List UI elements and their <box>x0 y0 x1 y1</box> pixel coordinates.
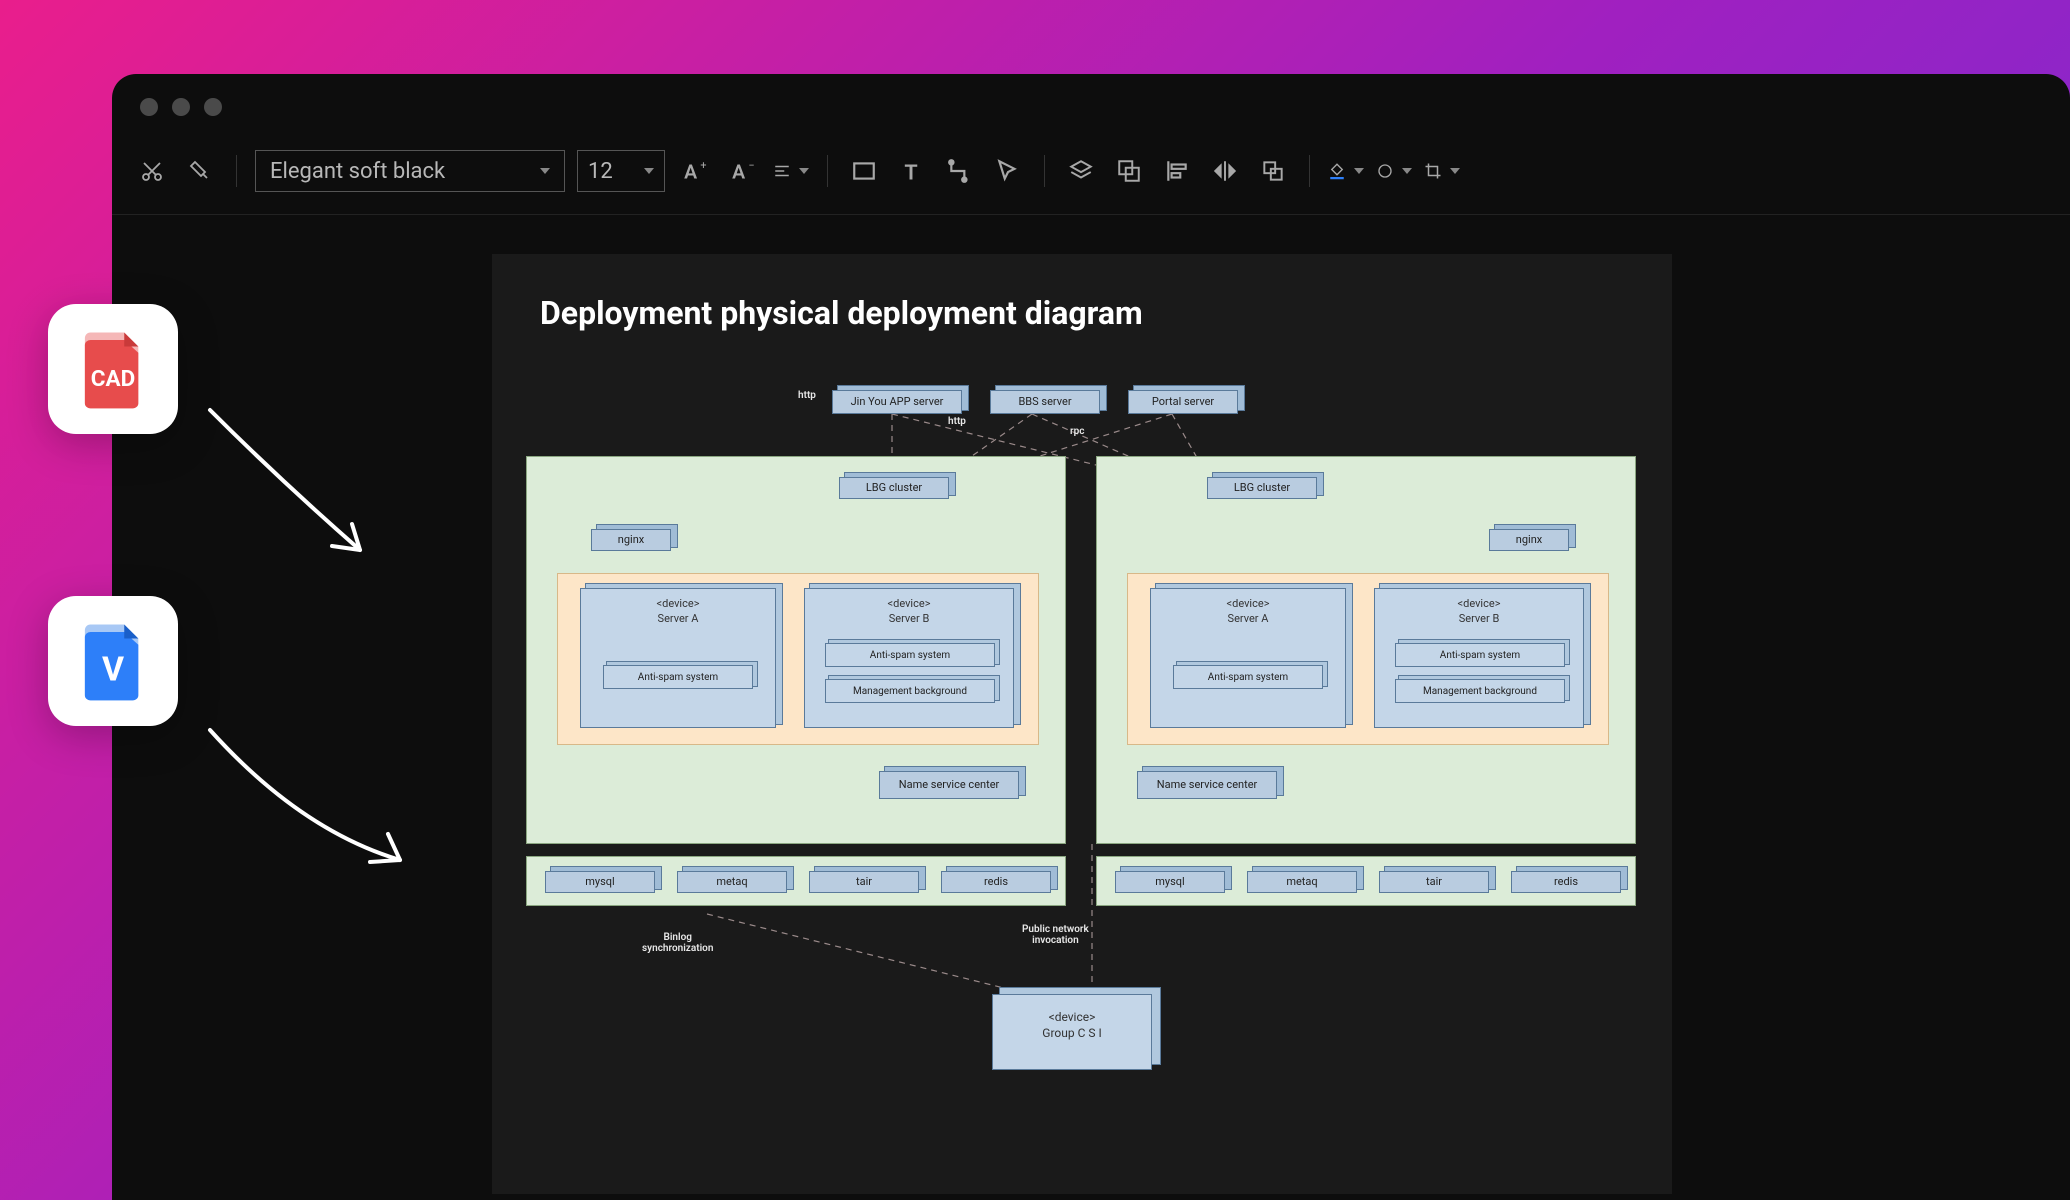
region-left-devices[interactable]: <device>Server A Anti-spam system <devic… <box>557 573 1039 745</box>
maximize-window-icon[interactable] <box>204 98 222 116</box>
db-right-metaq[interactable]: metaq <box>1247 871 1357 893</box>
style-dropdown[interactable]: Elegant soft black <box>255 150 565 192</box>
box-right-b-anti-spam[interactable]: Anti-spam system <box>1395 643 1565 667</box>
region-right-cluster[interactable]: LBG cluster nginx <device>Server A Anti-… <box>1096 456 1636 844</box>
badge-visio-file[interactable]: V <box>48 596 178 726</box>
svg-text:−: − <box>748 159 754 172</box>
region-left-cluster[interactable]: LBG cluster nginx <device>Server A Anti-… <box>526 456 1066 844</box>
box-left-a-anti-spam[interactable]: Anti-spam system <box>603 665 753 689</box>
region-right-db-row[interactable]: mysql metaq tair redis <box>1096 856 1636 906</box>
divider <box>1309 155 1310 187</box>
label-binlog: Binlog synchronization <box>642 932 713 954</box>
node-right-lbg[interactable]: LBG cluster <box>1207 477 1317 499</box>
device-group-csi[interactable]: <device>Group C S I <box>992 994 1152 1070</box>
decrease-font-icon[interactable]: A− <box>725 153 761 189</box>
device-right-server-a[interactable]: <device>Server A Anti-spam system <box>1150 588 1346 728</box>
node-left-lbg[interactable]: LBG cluster <box>839 477 949 499</box>
box-right-b-mgmt[interactable]: Management background <box>1395 679 1565 703</box>
db-left-mysql[interactable]: mysql <box>545 871 655 893</box>
badge-cad-file[interactable]: CAD <box>48 304 178 434</box>
align-text-icon[interactable] <box>773 153 809 189</box>
app-window: Elegant soft black 12 A+ A− T <box>112 74 2070 1200</box>
window-controls <box>112 74 2070 140</box>
arrow-cad-to-canvas <box>190 390 410 590</box>
format-painter-icon[interactable] <box>182 153 218 189</box>
divider <box>236 155 237 187</box>
arrow-visio-to-canvas <box>190 710 440 900</box>
box-right-a-anti-spam[interactable]: Anti-spam system <box>1173 665 1323 689</box>
divider <box>1044 155 1045 187</box>
group-icon[interactable] <box>1111 153 1147 189</box>
node-right-nginx[interactable]: nginx <box>1489 529 1569 551</box>
db-right-mysql[interactable]: mysql <box>1115 871 1225 893</box>
node-left-nginx[interactable]: nginx <box>591 529 671 551</box>
pointer-tool-icon[interactable] <box>990 153 1026 189</box>
label-http-below: http <box>948 416 966 427</box>
divider <box>827 155 828 187</box>
rectangle-tool-icon[interactable] <box>846 153 882 189</box>
node-top-server-2[interactable]: Portal server <box>1128 390 1238 414</box>
db-left-metaq[interactable]: metaq <box>677 871 787 893</box>
toolbar: Elegant soft black 12 A+ A− T <box>112 140 2070 215</box>
svg-text:V: V <box>102 651 124 690</box>
device-left-server-a[interactable]: <device>Server A Anti-spam system <box>580 588 776 728</box>
node-left-name-service[interactable]: Name service center <box>879 771 1019 799</box>
db-right-redis[interactable]: redis <box>1511 871 1621 893</box>
size-position-icon[interactable] <box>1255 153 1291 189</box>
svg-text:+: + <box>700 159 706 172</box>
diagram-title: Deployment physical deployment diagram <box>492 254 1672 360</box>
cut-icon[interactable] <box>134 153 170 189</box>
layers-icon[interactable] <box>1063 153 1099 189</box>
text-tool-icon[interactable]: T <box>894 153 930 189</box>
font-size-value: 12 <box>588 159 613 184</box>
db-left-redis[interactable]: redis <box>941 871 1051 893</box>
device-left-server-b[interactable]: <device>Server B Anti-spam system Manage… <box>804 588 1014 728</box>
db-right-tair[interactable]: tair <box>1379 871 1489 893</box>
label-public-net: Public network invocation <box>1022 924 1089 946</box>
fill-color-icon[interactable] <box>1328 153 1364 189</box>
node-right-name-service[interactable]: Name service center <box>1137 771 1277 799</box>
close-window-icon[interactable] <box>140 98 158 116</box>
svg-text:A: A <box>684 161 697 184</box>
node-top-server-1[interactable]: BBS server <box>990 390 1100 414</box>
node-top-server-0[interactable]: Jin You APP server <box>832 390 962 414</box>
device-right-server-b[interactable]: <device>Server B Anti-spam system Manage… <box>1374 588 1584 728</box>
svg-text:T: T <box>904 161 917 184</box>
region-right-devices[interactable]: <device>Server A Anti-spam system <devic… <box>1127 573 1609 745</box>
connector-tool-icon[interactable] <box>942 153 978 189</box>
svg-text:A: A <box>732 161 745 184</box>
font-size-dropdown[interactable]: 12 <box>577 150 665 192</box>
line-style-icon[interactable] <box>1376 153 1412 189</box>
align-objects-icon[interactable] <box>1159 153 1195 189</box>
increase-font-icon[interactable]: A+ <box>677 153 713 189</box>
svg-text:CAD: CAD <box>91 366 135 392</box>
label-rpc: rpc <box>1070 426 1084 437</box>
minimize-window-icon[interactable] <box>172 98 190 116</box>
box-left-b-anti-spam[interactable]: Anti-spam system <box>825 643 995 667</box>
flip-icon[interactable] <box>1207 153 1243 189</box>
label-http-left: http <box>798 390 816 401</box>
box-left-b-mgmt[interactable]: Management background <box>825 679 995 703</box>
db-left-tair[interactable]: tair <box>809 871 919 893</box>
style-dropdown-value: Elegant soft black <box>270 159 445 184</box>
region-left-db-row[interactable]: mysql metaq tair redis <box>526 856 1066 906</box>
crop-icon[interactable] <box>1424 153 1460 189</box>
diagram-canvas[interactable]: Deployment physical deployment diagram <box>492 254 1672 1194</box>
